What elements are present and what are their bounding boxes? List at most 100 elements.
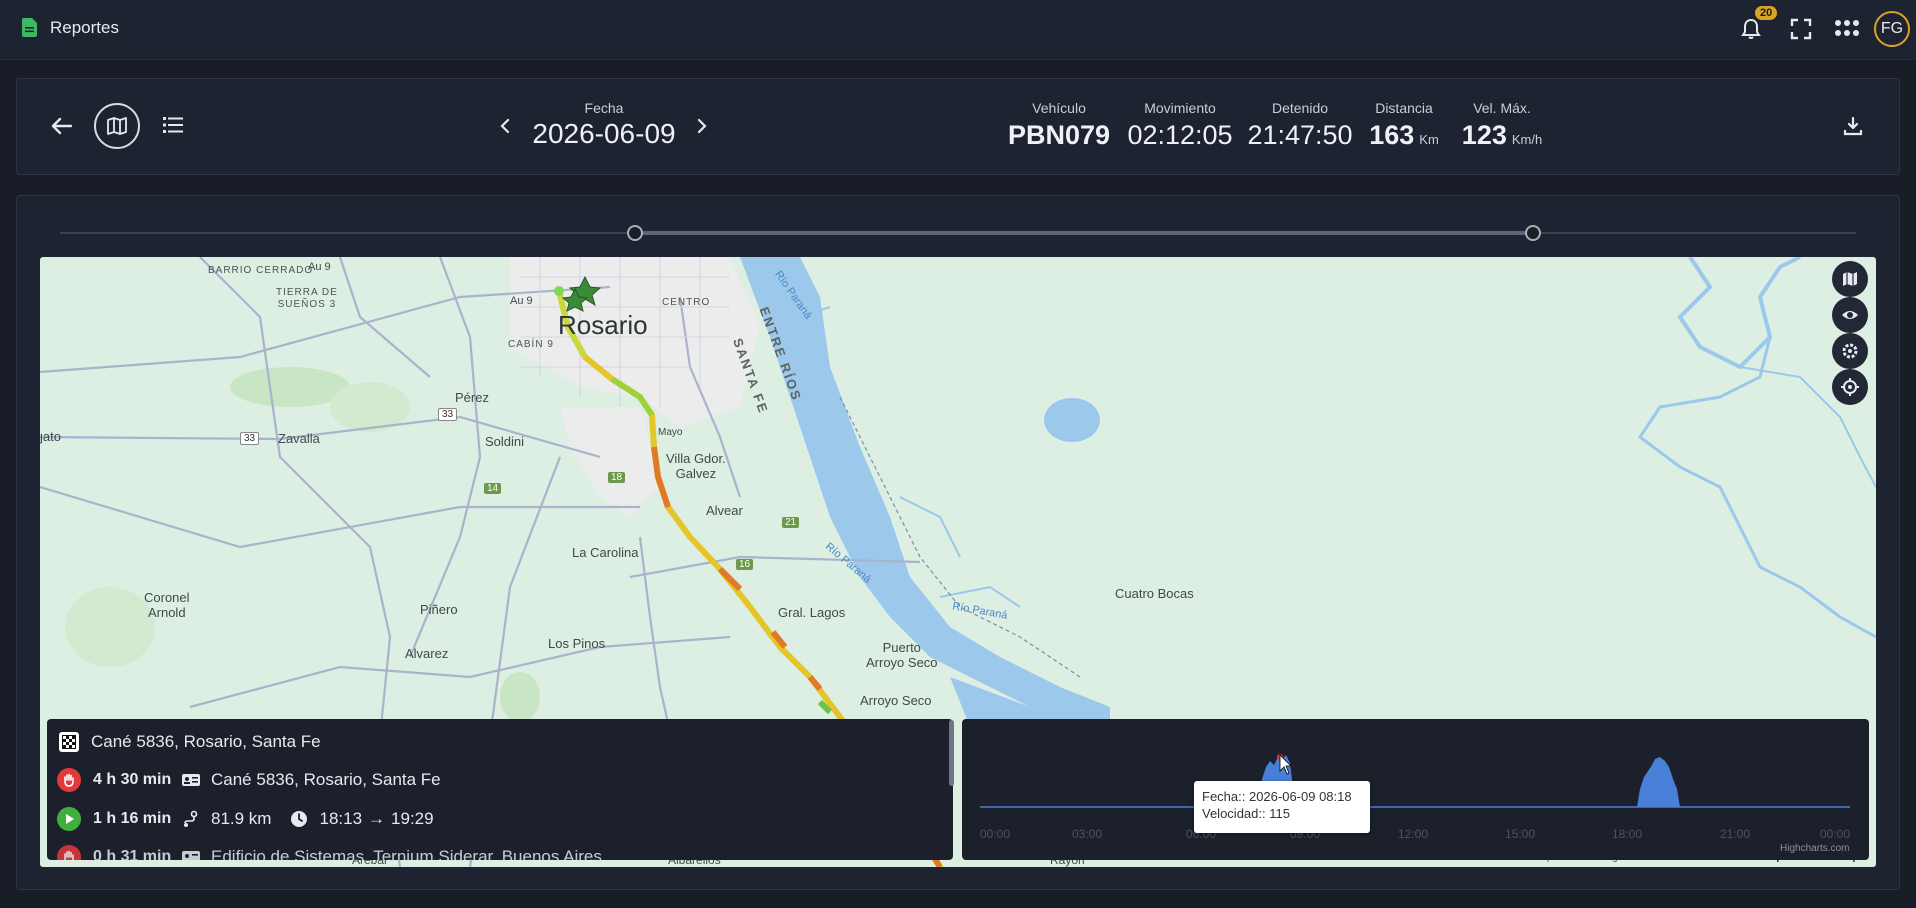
list-item[interactable]: 4 h 30 min Cané 5836, Rosario, Santa Fe [47, 762, 947, 798]
tooltip-date: Fecha:: 2026-06-09 08:18 [1202, 789, 1352, 804]
speed-chart-x-label: 00:00 [980, 827, 1011, 841]
map-icon [107, 117, 127, 135]
map-label-coronel-arnold: Coronel Arnold [144, 590, 190, 620]
id-card-icon [181, 770, 201, 790]
map-label-la-carolina: La Carolina [572, 545, 639, 560]
download-icon[interactable] [1843, 116, 1863, 136]
route-shield-21: 21 [782, 517, 800, 528]
document-icon [22, 18, 37, 37]
notification-count-badge: 20 [1755, 6, 1778, 20]
route-shield-33: 33 [240, 432, 260, 445]
visibility-button[interactable] [1832, 297, 1868, 333]
next-date-icon[interactable] [694, 115, 710, 137]
route-icon [181, 809, 201, 829]
map-view-button[interactable] [94, 103, 140, 149]
events-list: Cané 5836, Rosario, Santa Fe 4 h 30 min … [47, 719, 953, 860]
bell-icon [1741, 18, 1761, 39]
map-type-icon [1843, 272, 1857, 286]
fullscreen-button[interactable] [1786, 14, 1816, 44]
event-end-time: 19:29 [391, 809, 434, 828]
gear-icon [1842, 343, 1858, 359]
route-shield-14: 14 [484, 483, 502, 494]
time-slider-start-handle[interactable] [626, 225, 643, 241]
speed-area-evening [1637, 757, 1680, 807]
map-label-mayo: Mayo [658, 427, 683, 438]
list-item[interactable]: 0 h 31 min Edificio de Sistemas, Ternium… [47, 839, 947, 860]
speed-chart-x-label: 12:00 [1398, 827, 1429, 841]
list-item[interactable]: Cané 5836, Rosario, Santa Fe [47, 724, 947, 760]
tooltip-speed: Velocidad:: 115 [1202, 806, 1290, 821]
map-label-soldini: Soldini [485, 434, 525, 449]
stop-hand-icon [57, 768, 81, 792]
stat-distance: Distancia 163 Km [1369, 100, 1439, 150]
apps-grid-icon [1835, 20, 1859, 36]
stat-vehicle: Vehículo PBN079 [1007, 100, 1111, 150]
stop-hand-icon [57, 845, 81, 860]
map-label-rosario: Rosario [558, 310, 648, 340]
events-scrollbar[interactable] [949, 720, 954, 786]
map-label-au9: Au 9 [308, 261, 331, 273]
map-label-cabin9: CABÍN 9 [508, 339, 554, 350]
event-duration: 1 h 16 min [93, 810, 172, 827]
map-label-cuatro-bocas: Cuatro Bocas [1115, 586, 1194, 601]
event-duration: 4 h 30 min [93, 771, 172, 788]
list-item[interactable]: 1 h 16 min 81.9 km 18:13 → 19:29 [47, 801, 947, 837]
play-icon [57, 807, 81, 831]
speed-tooltip: Fecha:: 2026-06-09 08:18 Velocidad:: 115 [1194, 781, 1370, 833]
fullscreen-icon [1790, 18, 1812, 40]
event-start-time: 18:13 [319, 809, 363, 828]
back-arrow-icon[interactable] [49, 113, 75, 139]
apps-button[interactable] [1832, 14, 1862, 44]
map-label-jato: ȷato [40, 429, 61, 444]
eye-icon [1842, 311, 1858, 319]
map-label-barrio-cerrado: BARRIO CERRADO [208, 265, 314, 276]
map-label-alvarez: Alvarez [405, 646, 449, 661]
event-duration: 0 h 31 min [93, 848, 172, 860]
id-card-icon [181, 847, 201, 860]
clock-icon [289, 809, 309, 829]
crosshair-icon [1841, 378, 1859, 396]
settings-button[interactable] [1832, 333, 1868, 369]
speed-chart-x-label: 00:00 [1820, 827, 1851, 841]
previous-date-icon[interactable] [497, 115, 513, 137]
app-title: Reportes [50, 18, 119, 37]
event-address: Cané 5836, Rosario, Santa Fe [211, 770, 441, 789]
map-label-perez: Pérez [455, 390, 489, 405]
map-label-zavalla: Zavalla [278, 431, 320, 446]
date-value[interactable]: 2026-06-09 [524, 118, 684, 150]
map-label-pinero: Piñero [420, 602, 458, 617]
event-address: Edificio de Sistemas, Ternium Siderar, B… [211, 847, 602, 860]
speed-chart-x-label: 21:00 [1720, 827, 1751, 841]
event-distance: 81.9 km [211, 809, 272, 828]
map-label-au9-b: Au 9 [510, 295, 533, 307]
report-header [16, 78, 1900, 175]
locate-button[interactable] [1832, 369, 1868, 405]
map-label-villa-gdor-galvez: Villa Gdor. Galvez [666, 451, 726, 481]
map-label-puerto-arroyo-seco: Puerto Arroyo Seco [866, 640, 938, 670]
arrow-right-icon: → [368, 809, 386, 828]
map-label-arroyo-seco: Arroyo Seco [860, 693, 932, 708]
map-label-tierra-de-suenos: TIERRA DE SUEÑOS 3 [276, 287, 338, 310]
time-slider-range [634, 231, 1533, 235]
speed-chart-x-label: 15:00 [1505, 827, 1536, 841]
speed-chart-x-label: 03:00 [1072, 827, 1103, 841]
date-label: Fecha [584, 100, 624, 116]
event-address: Cané 5836, Rosario, Santa Fe [91, 732, 321, 751]
time-slider-end-handle[interactable] [1524, 225, 1541, 241]
stat-movement: Movimiento 02:12:05 [1127, 100, 1233, 150]
route-shield-18: 18 [608, 472, 626, 483]
map-type-button[interactable] [1832, 261, 1868, 297]
user-avatar[interactable]: FG [1874, 11, 1910, 47]
stat-max-speed: Vel. Máx. 123 Km/h [1461, 100, 1543, 150]
map-label-alvear: Alvear [706, 503, 743, 518]
stat-stopped: Detenido 21:47:50 [1247, 100, 1353, 150]
finish-flag-icon [59, 732, 79, 752]
top-bar [0, 0, 1916, 60]
map-label-gral-lagos: Gral. Lagos [778, 605, 846, 620]
speed-chart-x-label: 18:00 [1612, 827, 1643, 841]
highcharts-credit[interactable]: Highcharts.com [1780, 843, 1849, 854]
route-shield-33-b: 33 [438, 408, 458, 421]
map-label-los-pinos: Los Pinos [548, 636, 606, 651]
list-icon[interactable] [163, 115, 183, 135]
route-shield-16: 16 [736, 559, 754, 570]
